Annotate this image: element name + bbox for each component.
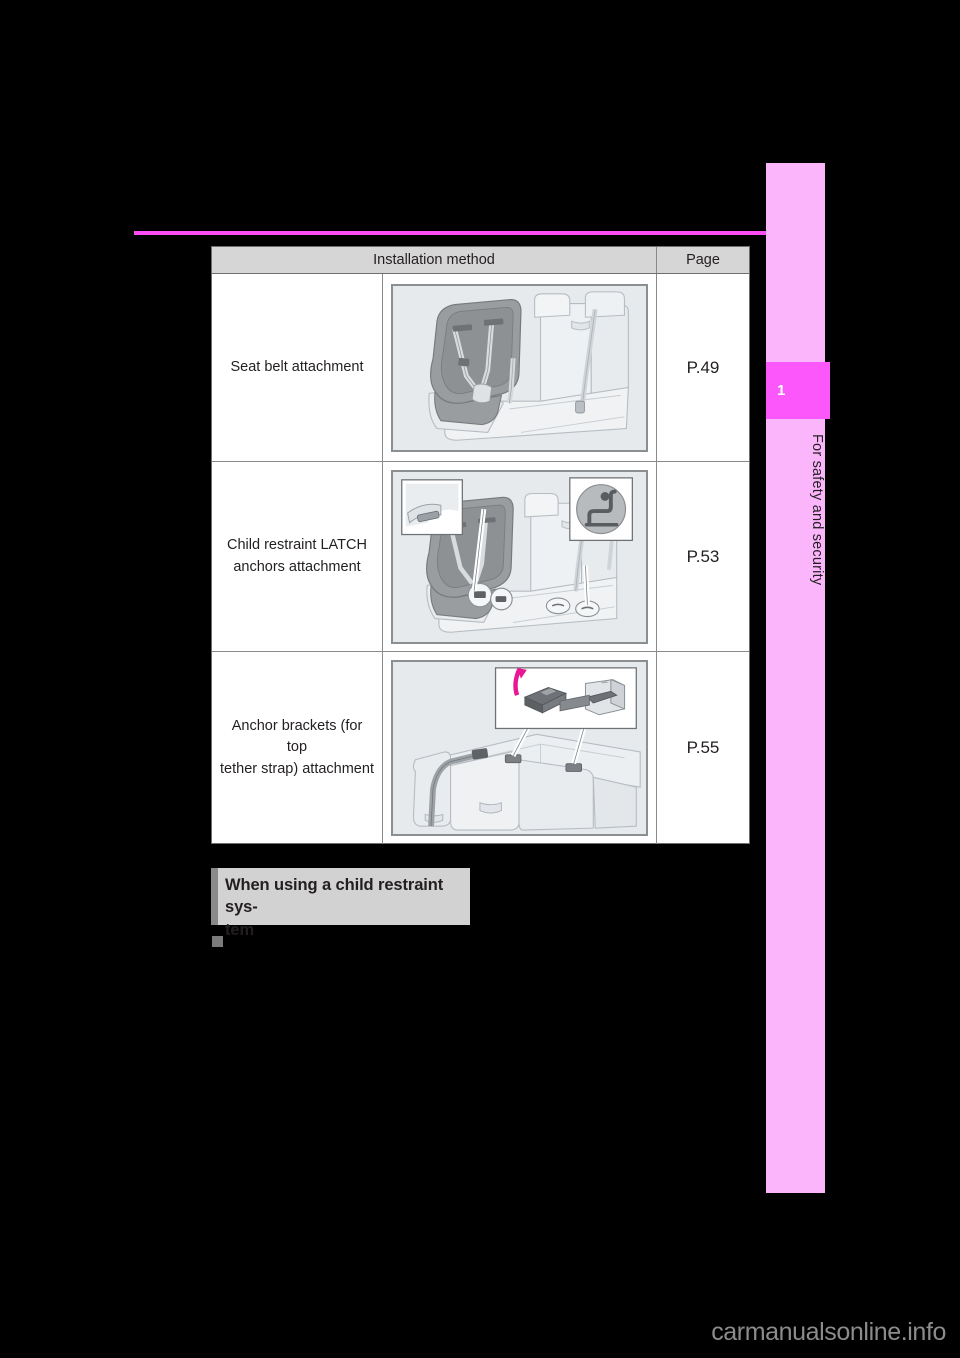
table-header-row: Installation method Page bbox=[212, 247, 749, 274]
row-label-line2: tether strap) attachment bbox=[220, 760, 374, 777]
section-heading-line2: tem bbox=[225, 920, 255, 939]
row-page-reference: P.55 bbox=[686, 738, 720, 757]
row-label-latch-anchors: Child restraint LATCH anchors attachment bbox=[212, 462, 383, 651]
row-figure-cell bbox=[383, 652, 657, 844]
section-heading-text: When using a child restraint sys- tem bbox=[218, 868, 470, 941]
table-row: Seat belt attachment P.49 bbox=[212, 274, 749, 462]
row-figure-cell bbox=[383, 462, 657, 651]
row-page-reference: P.53 bbox=[686, 546, 720, 566]
chapter-title-vertical: For safety and security bbox=[809, 434, 825, 586]
row-label-seat-belt-attachment: Seat belt attachment bbox=[212, 274, 383, 461]
anchor-brackets-top-tether-illustration bbox=[391, 660, 648, 836]
table-row: Anchor brackets (for top tether strap) a… bbox=[212, 652, 749, 844]
site-watermark: carmanualsonline.info bbox=[711, 1318, 946, 1346]
chapter-number-badge: 1 bbox=[766, 362, 830, 419]
section-heading-block: When using a child restraint sys- tem bbox=[211, 868, 470, 939]
row-label-line2: anchors attachment bbox=[233, 558, 361, 575]
row-label-line1: Anchor brackets (for top bbox=[231, 718, 363, 756]
row-page-reference: P.49 bbox=[686, 357, 720, 377]
row-label-line1: Child restraint LATCH bbox=[227, 537, 367, 554]
square-bullet-marker bbox=[212, 936, 223, 947]
child-seat-belt-attachment-illustration bbox=[391, 283, 648, 452]
column-header-installation-method: Installation method bbox=[212, 247, 657, 273]
table-row: Child restraint LATCH anchors attachment bbox=[212, 462, 749, 652]
top-accent-rule bbox=[134, 231, 768, 235]
page-canvas: 1 For safety and security Installation m… bbox=[0, 0, 960, 1358]
column-header-page: Page bbox=[686, 252, 720, 268]
child-restraint-latch-anchors-illustration bbox=[391, 469, 648, 644]
installation-method-table: Installation method Page Seat belt attac… bbox=[211, 246, 750, 844]
section-heading-accent-bar bbox=[211, 868, 218, 925]
row-figure-cell bbox=[383, 274, 657, 461]
section-heading-line1: When using a child restraint sys- bbox=[225, 876, 444, 917]
row-label-anchor-brackets: Anchor brackets (for top tether strap) a… bbox=[212, 652, 383, 844]
